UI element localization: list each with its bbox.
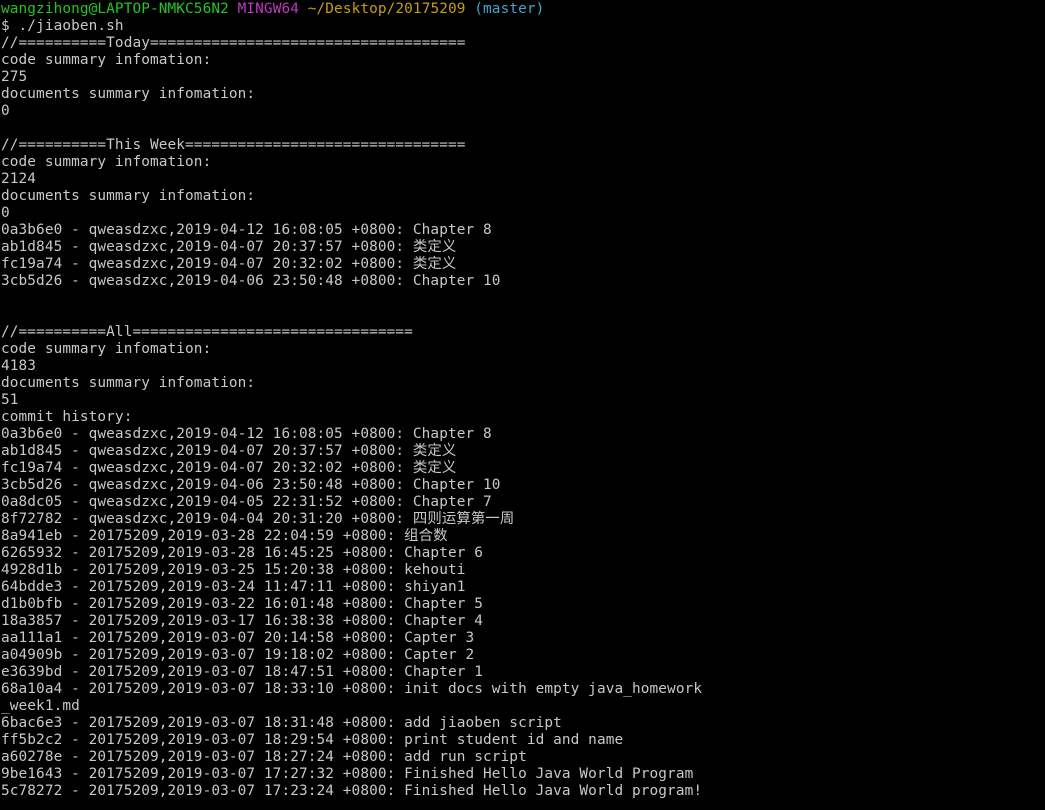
terminal-output: //==========Today=======================…	[1, 35, 1045, 800]
output-line: 5c78272 - 20175209,2019-03-07 17:23:24 +…	[1, 783, 703, 799]
prompt-line: wangzihong@LAPTOP-NMKC56N2 MINGW64 ~/Des…	[1, 1, 1045, 18]
output-line: 51	[1, 392, 19, 408]
output-line: fc19a74 - qweasdzxc,2019-04-07 20:32:02 …	[1, 460, 457, 476]
prompt-path: ~/Desktop/20175209	[307, 1, 466, 17]
output-line: 9be1643 - 20175209,2019-03-07 17:27:32 +…	[1, 766, 694, 782]
output-line: //==========This Week===================…	[1, 137, 466, 153]
prompt-env: MINGW64	[237, 1, 299, 17]
output-line: e3639bd - 20175209,2019-03-07 18:47:51 +…	[1, 664, 484, 680]
output-line: ff5b2c2 - 20175209,2019-03-07 18:29:54 +…	[1, 732, 624, 748]
terminal-window[interactable]: wangzihong@LAPTOP-NMKC56N2 MINGW64 ~/Des…	[0, 0, 1045, 810]
output-line: 6bac6e3 - 20175209,2019-03-07 18:31:48 +…	[1, 715, 562, 731]
output-line: 64bdde3 - 20175209,2019-03-24 11:47:11 +…	[1, 579, 466, 595]
output-line: fc19a74 - qweasdzxc,2019-04-07 20:32:02 …	[1, 256, 457, 272]
command-line: $ ./jiaoben.sh	[1, 18, 124, 34]
output-line: 6265932 - 20175209,2019-03-28 16:45:25 +…	[1, 545, 484, 561]
output-line: code summary infomation:	[1, 52, 212, 68]
output-line: 0a3b6e0 - qweasdzxc,2019-04-12 16:08:05 …	[1, 222, 492, 238]
output-line: d1b0bfb - 20175209,2019-03-22 16:01:48 +…	[1, 596, 484, 612]
output-line: 18a3857 - 20175209,2019-03-17 16:38:38 +…	[1, 613, 484, 629]
output-line: a60278e - 20175209,2019-03-07 18:27:24 +…	[1, 749, 527, 765]
output-line: documents summary infomation:	[1, 86, 256, 102]
output-line: //==========Today=======================…	[1, 35, 466, 51]
output-line: 3cb5d26 - qweasdzxc,2019-04-06 23:50:48 …	[1, 273, 501, 289]
output-line: documents summary infomation:	[1, 375, 256, 391]
output-line: 0a3b6e0 - qweasdzxc,2019-04-12 16:08:05 …	[1, 426, 492, 442]
output-line: 275	[1, 69, 28, 85]
output-line: ab1d845 - qweasdzxc,2019-04-07 20:37:57 …	[1, 239, 457, 255]
output-line: 4928d1b - 20175209,2019-03-25 15:20:38 +…	[1, 562, 466, 578]
prompt-branch: (master)	[474, 1, 545, 17]
output-line: aa111a1 - 20175209,2019-03-07 20:14:58 +…	[1, 630, 475, 646]
output-line: 68a10a4 - 20175209,2019-03-07 18:33:10 +…	[1, 681, 703, 697]
output-line: 0	[1, 205, 10, 221]
output-line: 3cb5d26 - qweasdzxc,2019-04-06 23:50:48 …	[1, 477, 501, 493]
output-line: _week1.md	[1, 698, 80, 714]
output-line: 4183	[1, 358, 37, 374]
output-line: //==========All=========================…	[1, 324, 413, 340]
output-line: code summary infomation:	[1, 154, 212, 170]
output-line: 2124	[1, 171, 37, 187]
output-line: 0a8dc05 - qweasdzxc,2019-04-05 22:31:52 …	[1, 494, 492, 510]
output-line: documents summary infomation:	[1, 188, 256, 204]
output-line: a04909b - 20175209,2019-03-07 19:18:02 +…	[1, 647, 475, 663]
output-line: 0	[1, 103, 10, 119]
output-line: 8f72782 - qweasdzxc,2019-04-04 20:31:20 …	[1, 511, 515, 527]
output-line: code summary infomation:	[1, 341, 212, 357]
output-line: commit history:	[1, 409, 133, 425]
output-line: ab1d845 - qweasdzxc,2019-04-07 20:37:57 …	[1, 443, 457, 459]
prompt-user-host: wangzihong@LAPTOP-NMKC56N2	[1, 1, 229, 17]
output-line: 8a941eb - 20175209,2019-03-28 22:04:59 +…	[1, 528, 448, 544]
